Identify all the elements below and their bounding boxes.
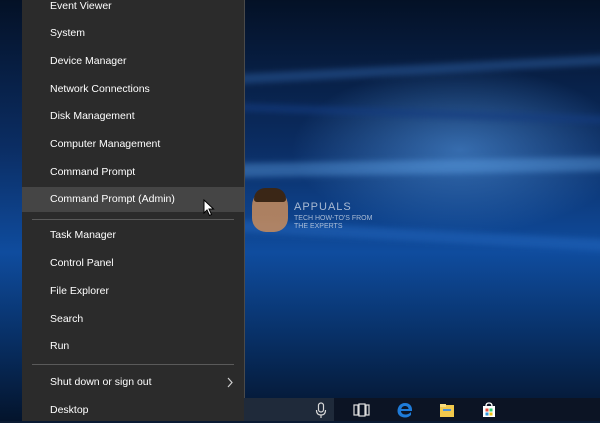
appuals-watermark: APPUALS TECH HOW-TO'S FROM THE EXPERTS <box>252 188 372 236</box>
menu-item-label: Computer Management <box>50 138 161 150</box>
taskbar <box>244 398 600 421</box>
watermark-tagline-1: TECH HOW-TO'S FROM <box>294 215 373 222</box>
menu-item-label: Command Prompt <box>50 166 136 178</box>
menu-item-desktop[interactable]: Desktop <box>22 398 244 423</box>
menu-item-label: Search <box>50 313 84 325</box>
task-view-icon[interactable] <box>352 401 370 419</box>
menu-item-disk-management[interactable]: Disk Management <box>22 104 244 129</box>
menu-item-system[interactable]: System <box>22 21 244 46</box>
menu-item-device-manager[interactable]: Device Manager <box>22 49 244 74</box>
file-explorer-icon[interactable] <box>438 401 456 419</box>
menu-item-label: Device Manager <box>50 55 127 67</box>
menu-item-label: Shut down or sign out <box>50 376 152 388</box>
menu-item-event-viewer[interactable]: Event Viewer <box>22 0 244 19</box>
menu-item-search[interactable]: Search <box>22 307 244 332</box>
menu-item-task-manager[interactable]: Task Manager <box>22 223 244 248</box>
menu-item-label: Task Manager <box>50 229 116 241</box>
menu-item-label: Command Prompt (Admin) <box>50 193 175 205</box>
menu-separator <box>32 219 234 220</box>
menu-item-label: Network Connections <box>50 83 150 95</box>
mouse-cursor-icon <box>203 199 215 217</box>
watermark-brand: APPUALS <box>294 201 352 213</box>
watermark-tagline-2: THE EXPERTS <box>294 223 343 230</box>
menu-item-shut-down-or-sign-out[interactable]: Shut down or sign out <box>22 370 244 395</box>
light-beam <box>240 103 600 125</box>
menu-item-label: File Explorer <box>50 285 109 297</box>
edge-icon[interactable] <box>396 401 414 419</box>
menu-separator <box>32 364 234 365</box>
menu-item-computer-management[interactable]: Computer Management <box>22 132 244 157</box>
menu-item-label: Run <box>50 340 70 352</box>
watermark-mascot-hair <box>254 188 286 202</box>
menu-item-network-connections[interactable]: Network Connections <box>22 77 244 102</box>
menu-item-label: Desktop <box>50 404 89 416</box>
light-beam <box>240 54 600 84</box>
taskbar-search-box[interactable] <box>244 398 334 421</box>
menu-item-file-explorer[interactable]: File Explorer <box>22 279 244 304</box>
menu-item-command-prompt[interactable]: Command Prompt <box>22 160 244 185</box>
menu-item-label: System <box>50 27 86 39</box>
menu-item-label: Disk Management <box>50 110 135 122</box>
chevron-right-icon <box>227 377 233 388</box>
microphone-icon[interactable] <box>312 401 330 419</box>
menu-item-control-panel[interactable]: Control Panel <box>22 251 244 276</box>
menu-item-run[interactable]: Run <box>22 334 244 359</box>
light-beam <box>240 156 600 178</box>
menu-item-label: Control Panel <box>50 257 114 269</box>
menu-item-label: Event Viewer <box>50 0 112 12</box>
store-icon[interactable] <box>480 401 498 419</box>
